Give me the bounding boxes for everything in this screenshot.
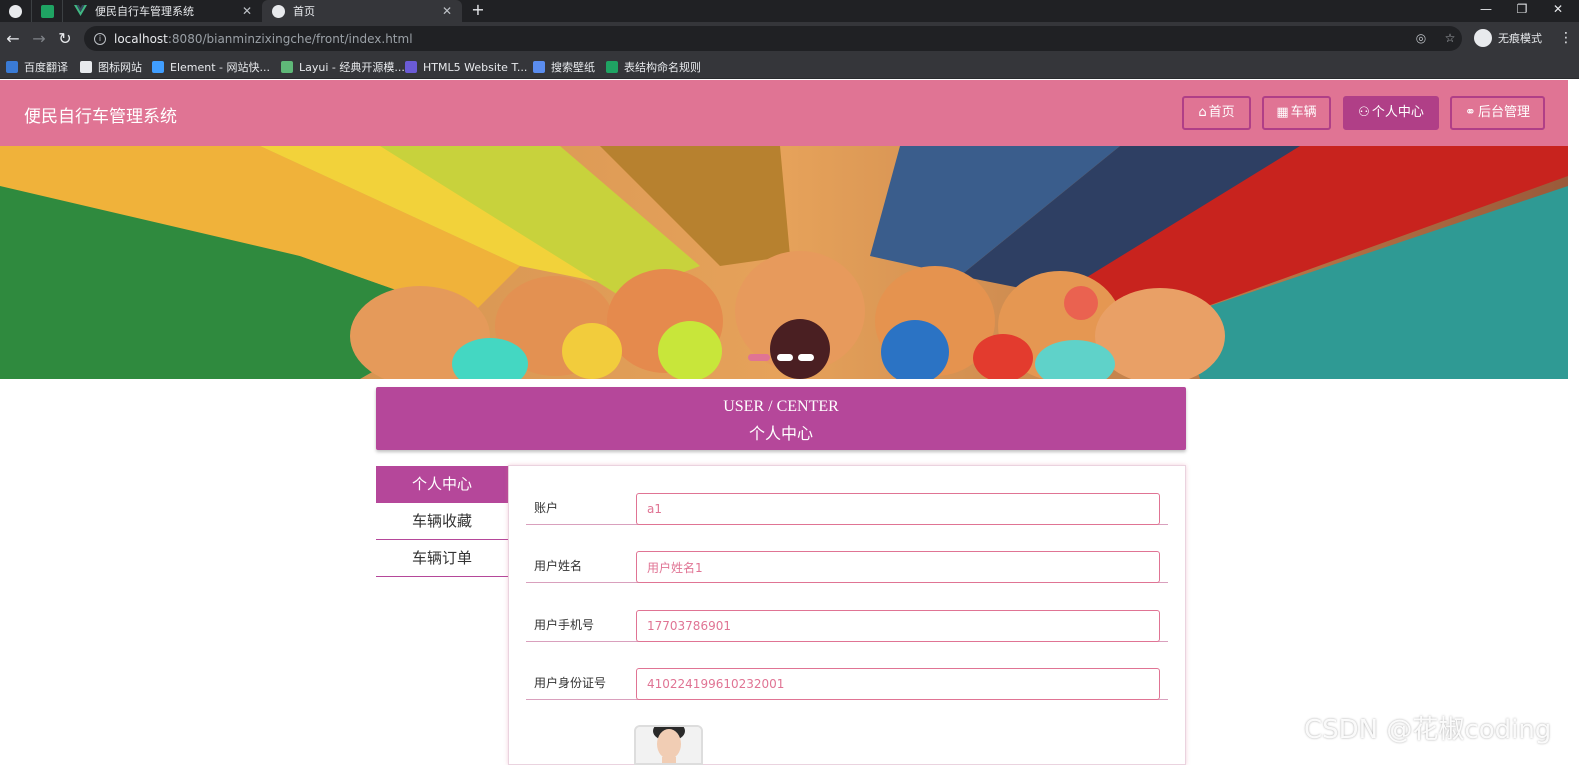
section-title-banner: USER / CENTER 个人中心 [376, 387, 1186, 450]
star-icon[interactable]: ☆ [1439, 26, 1461, 51]
minimize-icon[interactable]: — [1468, 0, 1504, 22]
bookmark-item[interactable]: 百度翻译 [6, 55, 68, 79]
banner-image [0, 146, 1568, 379]
flag-icon [80, 61, 92, 73]
address-bar-row: ← → ↻ i localhost:8080/bianminzixingche/… [0, 22, 1579, 55]
window-close-icon[interactable]: ✕ [1540, 0, 1576, 22]
phone-input[interactable] [636, 610, 1160, 642]
pinned-tab-2[interactable] [33, 0, 63, 22]
forward-icon[interactable]: → [26, 22, 52, 55]
globe-icon [272, 4, 285, 18]
browser-tab-home[interactable]: 首页 ✕ [262, 0, 462, 22]
cursor-highlight [1064, 286, 1098, 320]
grid-icon: ▦ [1276, 105, 1289, 120]
globe-icon [9, 4, 22, 18]
link-icon: ⚭ [1465, 105, 1476, 120]
carousel-dot[interactable] [777, 354, 793, 361]
watermark: CSDN @花椒coding [1304, 715, 1552, 745]
bookmark-item[interactable]: 图标网站 [80, 55, 142, 79]
browser-tab-admin[interactable]: 便民自行车管理系统 ✕ [64, 0, 262, 22]
incognito-icon [1474, 29, 1492, 47]
form-row-id-card: 用户身份证号 [526, 641, 1168, 700]
carousel-dot[interactable] [798, 354, 814, 361]
eye-off-icon[interactable]: ◎ [1410, 26, 1432, 51]
name-input[interactable] [636, 551, 1160, 583]
element-icon [152, 61, 164, 73]
account-input[interactable] [636, 493, 1160, 525]
browser-tab-bar: 便民自行车管理系统 ✕ 首页 ✕ + — ❐ ✕ [0, 0, 1579, 22]
user-icon: ⚇ [1358, 105, 1370, 120]
carousel-dot[interactable] [748, 354, 770, 361]
wallpaper-icon [533, 61, 545, 73]
bookmarks-bar: 百度翻译 图标网站 Element - 网站快... Layui - 经典开源模… [0, 55, 1579, 79]
bookmark-item[interactable]: Element - 网站快... [152, 55, 270, 79]
nav-user-center-button[interactable]: ⚇ 个人中心 [1343, 96, 1439, 130]
form-row-phone: 用户手机号 [526, 583, 1168, 642]
reload-icon[interactable]: ↻ [52, 22, 78, 55]
site-title: 便民自行车管理系统 [24, 107, 177, 127]
omnibox[interactable]: i localhost:8080/bianminzixingche/front/… [84, 26, 1462, 51]
profile-form: 账户 用户姓名 用户手机号 用户身份证号 [508, 465, 1186, 765]
home-icon: ⌂ [1198, 105, 1207, 120]
incognito-label: 无痕模式 [1498, 32, 1542, 45]
tab-title: 首页 [293, 5, 315, 18]
bookmark-item[interactable]: Layui - 经典开源模... [281, 55, 405, 79]
vue-icon [74, 4, 87, 18]
section-title-cn: 个人中心 [748, 426, 813, 443]
id-card-input[interactable] [636, 668, 1160, 700]
nav-admin-button[interactable]: ⚭ 后台管理 [1450, 96, 1545, 130]
nav-home-button[interactable]: ⌂ 首页 [1182, 96, 1251, 130]
side-menu-user-center[interactable]: 个人中心 [376, 466, 508, 503]
field-label: 用户姓名 [534, 559, 583, 573]
avatar-image [636, 727, 701, 763]
field-label: 用户身份证号 [534, 676, 607, 690]
url-text: localhost:8080/bianminzixingche/front/in… [114, 31, 413, 46]
more-menu-icon[interactable]: ⋮ [1556, 22, 1576, 55]
section-title-en: USER / CENTER [723, 398, 839, 415]
bookmark-item[interactable]: 搜索壁纸 [533, 55, 595, 79]
sheet-icon [606, 61, 618, 73]
side-menu: 个人中心 车辆收藏 车辆订单 [376, 466, 508, 577]
close-icon[interactable]: ✕ [438, 4, 456, 18]
side-menu-favorites[interactable]: 车辆收藏 [376, 503, 508, 540]
close-icon[interactable]: ✕ [238, 4, 256, 18]
side-menu-orders[interactable]: 车辆订单 [376, 540, 508, 577]
tab-title: 便民自行车管理系统 [95, 5, 194, 18]
nav-vehicles-button[interactable]: ▦ 车辆 [1262, 96, 1331, 130]
incognito-indicator[interactable]: 无痕模式 [1474, 27, 1542, 49]
avatar[interactable] [634, 725, 703, 765]
pinned-tab[interactable] [0, 0, 32, 22]
new-tab-button[interactable]: + [468, 0, 488, 22]
banner-carousel[interactable] [0, 146, 1568, 379]
site-header: 便民自行车管理系统 ⌂ 首页 ▦ 车辆 ⚇ 个人中心 ⚭ 后台管理 [0, 80, 1568, 146]
app-icon [41, 4, 54, 18]
info-icon[interactable]: i [94, 32, 106, 45]
form-row-account: 账户 [526, 466, 1168, 525]
bookmark-item[interactable]: HTML5 Website T... [405, 55, 527, 79]
translate-icon [6, 61, 18, 73]
layui-icon [281, 61, 293, 73]
restore-icon[interactable]: ❐ [1504, 0, 1540, 22]
bookmark-item[interactable]: 表结构命名规则 [606, 55, 701, 79]
form-row-name: 用户姓名 [526, 524, 1168, 583]
html5-icon [405, 61, 417, 73]
back-icon[interactable]: ← [0, 22, 26, 55]
